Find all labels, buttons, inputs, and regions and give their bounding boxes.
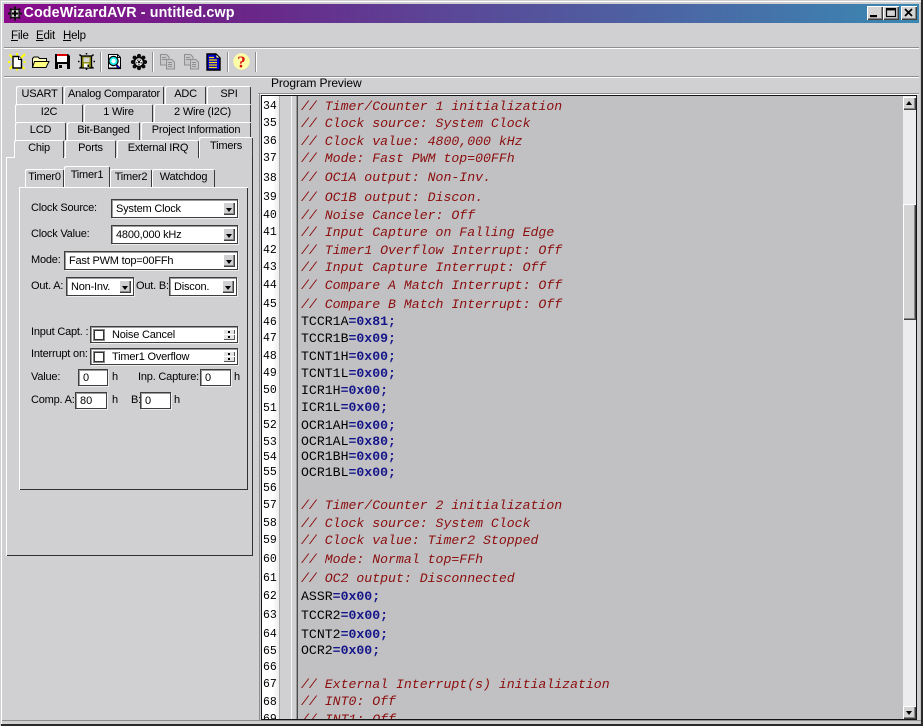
svg-text:?: ? (237, 53, 246, 71)
